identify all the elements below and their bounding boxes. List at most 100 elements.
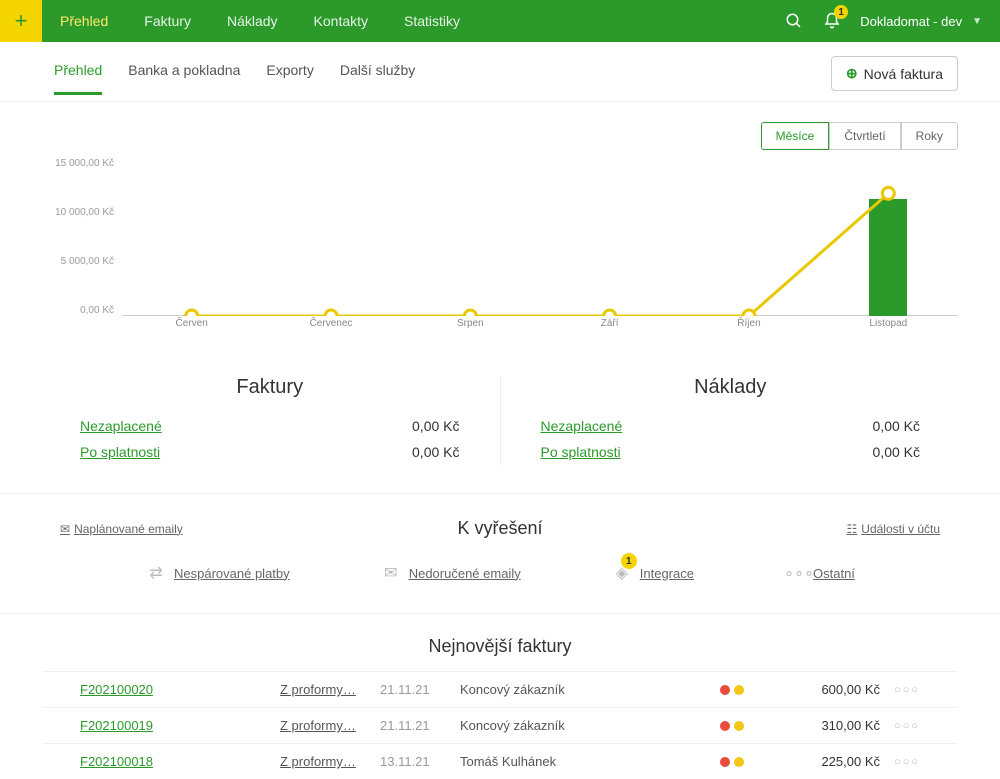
summary-title-faktury: Faktury <box>80 376 460 399</box>
value: 0,00 Kč <box>873 418 920 434</box>
subbar: Přehled Banka a pokladna Exporty Další s… <box>0 42 1000 102</box>
value: 0,00 Kč <box>412 444 459 460</box>
chart-section: Měsíce Čtvrtletí Roky 15 000,00 Kč 10 00… <box>0 102 1000 346</box>
link-account-events[interactable]: ☷ Události v účtu <box>847 522 940 536</box>
resolve-label[interactable]: Ostatní <box>813 566 855 581</box>
undelivered-mail-icon: ✉ <box>380 563 402 583</box>
chevron-down-icon: ▼ <box>972 16 982 27</box>
resolve-title: K vyřešení <box>457 518 542 539</box>
invoice-customer: Tomáš Kulhánek <box>460 754 720 769</box>
invoice-customer: Koncový zákazník <box>460 682 720 697</box>
summary-faktury: Faktury Nezaplacené 0,00 Kč Po splatnost… <box>80 376 501 465</box>
status-dot-red <box>720 685 730 695</box>
y-tick: 5 000,00 Kč <box>61 256 114 267</box>
topnav-kontakty[interactable]: Kontakty <box>296 0 386 42</box>
chart: 15 000,00 Kč 10 000,00 Kč 5 000,00 Kč 0,… <box>42 156 958 336</box>
row-actions-icon[interactable]: ○○○ <box>880 756 920 768</box>
resolve-label[interactable]: Nedoručené emaily <box>409 566 521 581</box>
topnav-naklady[interactable]: Náklady <box>209 0 296 42</box>
table-row: F202100019 Z proformy… 21.11.21 Koncový … <box>42 707 958 743</box>
x-cat: Listopad <box>819 318 958 329</box>
sub-nav: Přehled Banka a pokladna Exporty Další s… <box>54 62 415 95</box>
resolve-item-integrations[interactable]: 1 ◈ Integrace <box>611 563 694 583</box>
topbar: + Přehled Faktury Náklady Kontakty Stati… <box>0 0 1000 42</box>
add-button[interactable]: + <box>0 0 42 42</box>
table-row: F202100020 Z proformy… 21.11.21 Koncový … <box>42 671 958 707</box>
search-icon[interactable] <box>784 11 804 31</box>
invoice-number-link[interactable]: F202100020 <box>80 682 153 697</box>
y-tick: 15 000,00 Kč <box>55 158 114 169</box>
invoice-status <box>720 757 780 767</box>
resolve-item-emails[interactable]: ✉ Nedoručené emaily <box>380 563 521 583</box>
subnav-banka[interactable]: Banka a pokladna <box>128 62 240 95</box>
account-menu[interactable]: Dokladomat - dev ▼ <box>860 14 982 29</box>
x-cat: Září <box>540 318 679 329</box>
invoice-date: 21.11.21 <box>380 682 460 697</box>
summary-row: Po splatnosti 0,00 Kč <box>541 439 921 465</box>
invoice-amount: 310,00 Kč <box>780 718 880 733</box>
invoice-status <box>720 685 780 695</box>
table-row: F202100018 Z proformy… 13.11.21 Tomáš Ku… <box>42 743 958 779</box>
topnav-statistiky[interactable]: Statistiky <box>386 0 478 42</box>
chart-line <box>122 156 958 316</box>
subnav-exporty[interactable]: Exporty <box>266 62 313 95</box>
new-invoice-label: Nová faktura <box>864 66 943 82</box>
resolve-item-payments[interactable]: ⇄ Nespárované platby <box>145 563 290 583</box>
resolve-label[interactable]: Nespárované platby <box>174 566 290 581</box>
invoice-number-link[interactable]: F202100018 <box>80 754 153 769</box>
link-posplatnosti-naklady[interactable]: Po splatnosti <box>541 444 621 460</box>
top-nav: Přehled Faktury Náklady Kontakty Statist… <box>42 0 478 42</box>
payments-icon: ⇄ <box>145 563 167 583</box>
invoice-date: 13.11.21 <box>380 754 460 769</box>
x-cat: Červen <box>122 318 261 329</box>
invoice-type-link[interactable]: Z proformy… <box>280 682 356 697</box>
status-dot-orange <box>734 685 744 695</box>
topbar-right: 1 Dokladomat - dev ▼ <box>784 0 1000 42</box>
summary-naklady: Náklady Nezaplacené 0,00 Kč Po splatnost… <box>501 376 921 465</box>
bell-icon[interactable]: 1 <box>822 11 842 31</box>
period-months[interactable]: Měsíce <box>761 122 830 150</box>
period-quarters[interactable]: Čtvrtletí <box>829 122 900 150</box>
topnav-prehled[interactable]: Přehled <box>42 0 126 42</box>
calendar-icon: ☷ <box>847 522 858 536</box>
status-dot-orange <box>734 721 744 731</box>
invoice-type-link[interactable]: Z proformy… <box>280 754 356 769</box>
invoice-number-link[interactable]: F202100019 <box>80 718 153 733</box>
account-name: Dokladomat - dev <box>860 14 962 29</box>
status-dot-red <box>720 721 730 731</box>
resolve-label[interactable]: Integrace <box>640 566 694 581</box>
subnav-dalsi[interactable]: Další služby <box>340 62 415 95</box>
new-invoice-button[interactable]: ⊕ Nová faktura <box>831 56 958 91</box>
summary-row: Nezaplacené 0,00 Kč <box>80 413 460 439</box>
link-nezaplacene-faktury[interactable]: Nezaplacené <box>80 418 162 434</box>
integration-badge: 1 <box>621 553 637 569</box>
resolve-items: ⇄ Nespárované platby ✉ Nedoručené emaily… <box>60 557 940 589</box>
mail-icon: ✉ <box>60 522 70 536</box>
row-actions-icon[interactable]: ○○○ <box>880 684 920 696</box>
invoice-status <box>720 721 780 731</box>
side-link-label: Naplánované emaily <box>74 522 183 536</box>
invoice-customer: Koncový zákazník <box>460 718 720 733</box>
link-scheduled-emails[interactable]: ✉ Naplánované emaily <box>60 522 183 536</box>
topnav-faktury[interactable]: Faktury <box>126 0 209 42</box>
row-actions-icon[interactable]: ○○○ <box>880 720 920 732</box>
period-toggle: Měsíce Čtvrtletí Roky <box>42 122 958 150</box>
period-years[interactable]: Roky <box>901 122 958 150</box>
summary-title-naklady: Náklady <box>541 376 921 399</box>
plus-circle-icon: ⊕ <box>846 65 858 82</box>
summary-row: Po splatnosti 0,00 Kč <box>80 439 460 465</box>
subnav-prehled[interactable]: Přehled <box>54 62 102 95</box>
chart-area: Červen Červenec Srpen Září Říjen Listopa… <box>122 156 958 336</box>
resolve-item-other[interactable]: ∘∘∘ Ostatní <box>784 563 855 583</box>
invoice-type-link[interactable]: Z proformy… <box>280 718 356 733</box>
y-axis: 15 000,00 Kč 10 000,00 Kč 5 000,00 Kč 0,… <box>42 156 122 316</box>
resolve-section: ✉ Naplánované emaily K vyřešení ☷ Událos… <box>0 493 1000 613</box>
invoice-date: 21.11.21 <box>380 718 460 733</box>
resolve-head: ✉ Naplánované emaily K vyřešení ☷ Událos… <box>60 518 940 539</box>
y-tick: 0,00 Kč <box>80 305 114 316</box>
link-posplatnosti-faktury[interactable]: Po splatnosti <box>80 444 160 460</box>
side-link-label: Události v účtu <box>861 522 940 536</box>
status-dot-red <box>720 757 730 767</box>
link-nezaplacene-naklady[interactable]: Nezaplacené <box>541 418 623 434</box>
y-tick: 10 000,00 Kč <box>55 207 114 218</box>
